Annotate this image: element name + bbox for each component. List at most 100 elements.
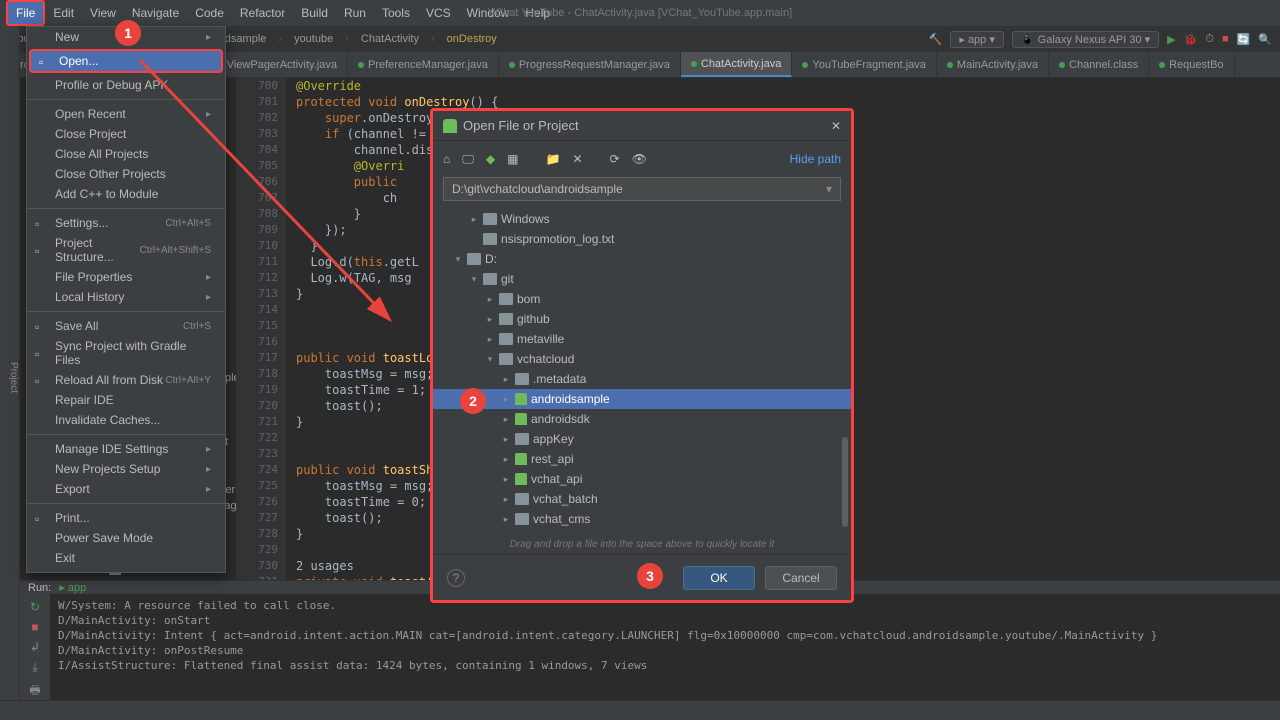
file-tree-node[interactable]: ▸vchat_api (433, 469, 851, 489)
annotation-2: 2 (460, 388, 486, 414)
tab[interactable]: MainActivity.java (937, 52, 1049, 77)
cancel-button[interactable]: Cancel (765, 566, 837, 590)
run-stop-icon[interactable]: ■ (31, 620, 38, 634)
delete-icon[interactable]: ✕ (572, 152, 582, 167)
file-tree-node[interactable]: ▸vchat_cms (433, 509, 851, 529)
menu-tools[interactable]: Tools (374, 2, 418, 24)
new-folder-icon[interactable]: 📁 (546, 152, 561, 167)
close-icon[interactable]: ✕ (831, 119, 841, 133)
menu-item-local-history[interactable]: Local History▸ (27, 287, 225, 307)
file-tree[interactable]: ▸Windowsnsispromotion_log.txt▾D:▾git▸bom… (433, 207, 851, 535)
file-tree-node[interactable]: ▸github (433, 309, 851, 329)
tab[interactable]: RequestBo (1149, 52, 1234, 77)
file-tree-node[interactable]: ▸.metadata (433, 369, 851, 389)
tab[interactable]: YouTubeFragment.java (792, 52, 937, 77)
scrollbar[interactable] (842, 437, 848, 527)
project-icon[interactable]: ◆ (486, 152, 495, 167)
menu-item-invalidate-caches-[interactable]: Invalidate Caches... (27, 410, 225, 430)
run-icon[interactable]: ▶ (1167, 33, 1175, 46)
sync-icon[interactable]: 🔄 (1237, 33, 1251, 46)
menu-item-power-save-mode[interactable]: Power Save Mode (27, 528, 225, 548)
menu-item-close-other-projects[interactable]: Close Other Projects (27, 164, 225, 184)
menu-item-print-[interactable]: ▫Print... (27, 508, 225, 528)
stop-icon[interactable]: ■ (1222, 33, 1229, 45)
tab[interactable]: ProgressRequestManager.java (499, 52, 681, 77)
annotation-3: 3 (637, 563, 663, 589)
menu-view[interactable]: View (82, 2, 124, 24)
folder-icon (515, 433, 529, 445)
print-icon[interactable]: 🖶 (29, 681, 40, 702)
menu-item-close-project[interactable]: Close Project (27, 124, 225, 144)
menu-item-reload-all-from-disk[interactable]: ▫Reload All from DiskCtrl+Alt+Y (27, 370, 225, 390)
folder-icon (499, 353, 513, 365)
profile-icon[interactable]: ⏱ (1205, 33, 1214, 46)
folder-icon (499, 293, 513, 305)
menu-item-settings-[interactable]: ▫Settings...Ctrl+Alt+S (27, 213, 225, 233)
gutter: 700 701 702 703 704 705 706 707 708 709 … (236, 78, 286, 580)
file-tree-node[interactable]: ▸bom (433, 289, 851, 309)
menu-item-file-properties[interactable]: File Properties▸ (27, 267, 225, 287)
file-tree-node[interactable]: ▸Windows (433, 209, 851, 229)
breadcrumb-item[interactable]: onDestroy (443, 33, 501, 45)
menu-item-save-all[interactable]: ▫Save AllCtrl+S (27, 316, 225, 336)
file-tree-node[interactable]: ▾vchatcloud (433, 349, 851, 369)
chevron-down-icon[interactable]: ▾ (826, 182, 832, 196)
menu-item-open-recent[interactable]: Open Recent▸ (27, 104, 225, 124)
file-tree-node[interactable]: ▸rest_api (433, 449, 851, 469)
show-hidden-icon[interactable]: 👁 (632, 152, 647, 167)
menu-refactor[interactable]: Refactor (232, 2, 293, 24)
menu-run[interactable]: Run (336, 2, 374, 24)
help-icon[interactable]: ? (447, 569, 465, 587)
menu-item-profile-or-debug-apk[interactable]: Profile or Debug APK (27, 75, 225, 95)
file-tree-node[interactable]: nsispromotion_log.txt (433, 229, 851, 249)
file-tree-node[interactable]: ▸vchat_batch (433, 489, 851, 509)
tool-strip-left: Project Resource Manager Bookmarks (0, 26, 20, 720)
refresh-icon[interactable]: ⟳ (610, 152, 620, 167)
file-tree-node[interactable]: ▸appKey (433, 429, 851, 449)
menu-item-manage-ide-settings[interactable]: Manage IDE Settings▸ (27, 439, 225, 459)
desktop-icon[interactable]: 🖵 (462, 152, 474, 167)
tab[interactable]: Channel.class (1049, 52, 1149, 77)
scroll-end-icon[interactable]: ⤓ (32, 660, 37, 675)
menu-edit[interactable]: Edit (45, 2, 82, 24)
run-output[interactable]: W/System: A resource failed to call clos… (50, 594, 1280, 702)
rerun-icon[interactable]: ↻ (30, 600, 40, 614)
menu-file[interactable]: File (6, 0, 45, 26)
menu-item-new-projects-setup[interactable]: New Projects Setup▸ (27, 459, 225, 479)
ok-button[interactable]: OK (683, 566, 755, 590)
file-tree-node[interactable]: ▾D: (433, 249, 851, 269)
menu-item-export[interactable]: Export▸ (27, 479, 225, 499)
search-icon[interactable]: 🔍 (1258, 33, 1272, 46)
menu-item-exit[interactable]: Exit (27, 548, 225, 568)
file-tree-node[interactable]: ▸androidsdk (433, 409, 851, 429)
dialog-title: Open File or Project (463, 118, 579, 133)
file-tree-node[interactable]: ▸androidsample (433, 389, 851, 409)
menu-build[interactable]: Build (293, 2, 336, 24)
device-selector[interactable]: 📱 Galaxy Nexus API 30 ▾ (1012, 31, 1159, 48)
menu-item-close-all-projects[interactable]: Close All Projects (27, 144, 225, 164)
menu-code[interactable]: Code (187, 2, 232, 24)
menu-item-sync-project-with-gradle-files[interactable]: ▫Sync Project with Gradle Files (27, 336, 225, 370)
menu-item-open-[interactable]: ▫Open... (29, 49, 223, 73)
project-tool[interactable]: Project (8, 362, 19, 393)
file-tree-node[interactable]: ▾git (433, 269, 851, 289)
hide-path-link[interactable]: Hide path (790, 152, 841, 166)
hammer-icon[interactable]: 🔨 (929, 33, 943, 46)
debug-icon[interactable]: 🐞 (1184, 33, 1198, 46)
menu-item-add-c-to-module[interactable]: Add C++ to Module (27, 184, 225, 204)
file-tree-node[interactable]: ▸metaville (433, 329, 851, 349)
home-icon[interactable]: ⌂ (443, 152, 450, 167)
tab[interactable]: ChatActivity.java (681, 52, 793, 77)
module-icon[interactable]: ▦ (507, 152, 518, 167)
tab[interactable]: ViewPagerActivity.java (207, 52, 348, 77)
run-config-name: ▸ app (59, 581, 86, 594)
tab[interactable]: PreferenceManager.java (348, 52, 499, 77)
menu-item-repair-ide[interactable]: Repair IDE (27, 390, 225, 410)
run-config-selector[interactable]: ▸ app ▾ (950, 31, 1004, 48)
soft-wrap-icon[interactable]: ↲ (30, 640, 40, 654)
menu-vcs[interactable]: VCS (418, 2, 459, 24)
path-input[interactable]: D:\git\vchatcloud\androidsample ▾ (443, 177, 841, 201)
breadcrumb-item[interactable]: youtube (290, 33, 337, 45)
menu-item-project-structure-[interactable]: ▫Project Structure...Ctrl+Alt+Shift+S (27, 233, 225, 267)
breadcrumb-item[interactable]: ChatActivity (357, 33, 423, 45)
